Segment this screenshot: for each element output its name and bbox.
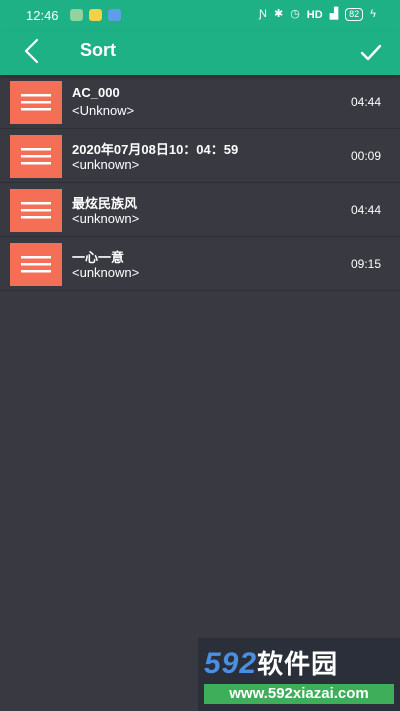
drag-lines-icon — [21, 202, 51, 219]
back-button[interactable] — [18, 36, 48, 66]
drag-lines-icon — [21, 256, 51, 273]
song-title: 2020年07月08日10：04：59 — [72, 142, 239, 157]
confirm-button[interactable] — [356, 37, 386, 67]
song-duration: 04:44 — [350, 95, 381, 109]
phone-notification-icon — [70, 9, 83, 21]
song-artist: <unknown> — [72, 211, 140, 226]
network-type-label: HD — [306, 8, 323, 21]
status-indicators: Ɲ ✱ ◷ HD ▟ 82 ϟ — [259, 8, 376, 21]
sort-screen: 12:46 Ɲ ✱ ◷ HD ▟ 82 ϟ Sort AC_000 <Unkno… — [0, 0, 400, 711]
watermark-logo-text: 软件园 — [257, 649, 339, 679]
watermark-url: www.592xiazai.com — [204, 684, 394, 704]
drag-handle[interactable] — [10, 189, 62, 232]
battery-icon: 82 — [345, 8, 364, 21]
cloud-notification-icon — [108, 9, 121, 21]
song-artist: <unknown> — [72, 265, 140, 280]
signal-icon: ▟ — [329, 8, 339, 20]
bluetooth-icon: ✱ — [273, 8, 284, 20]
drag-handle[interactable] — [10, 243, 62, 286]
app-bar: Sort — [0, 30, 400, 75]
song-artist: <Unknow> — [72, 103, 135, 118]
drag-handle[interactable] — [10, 135, 62, 178]
song-list: AC_000 <Unknow> 04:44 2020年07月08日10：04：5… — [0, 75, 400, 291]
back-arrow-icon — [24, 38, 39, 64]
song-artist: <unknown> — [72, 157, 140, 172]
song-row[interactable]: 一心一意 <unknown> 09:15 — [0, 237, 400, 291]
watermark-logo: 592软件园 — [204, 644, 338, 681]
drag-lines-icon — [21, 94, 51, 111]
song-title: 最炫民族风 — [72, 196, 138, 211]
site-watermark: 592软件园 www.592xiazai.com — [198, 638, 400, 711]
song-duration: 09:15 — [350, 257, 381, 271]
alarm-icon: ◷ — [290, 8, 300, 20]
song-row[interactable]: 2020年07月08日10：04：59 <unknown> 00:09 — [0, 129, 400, 183]
page-title: Sort — [80, 40, 116, 60]
watermark-logo-number: 592 — [204, 647, 258, 680]
charging-icon: ϟ — [370, 8, 376, 20]
drag-handle[interactable] — [10, 81, 62, 124]
song-duration: 04:44 — [350, 203, 381, 217]
song-duration: 00:09 — [350, 149, 381, 163]
status-bar: 12:46 Ɲ ✱ ◷ HD ▟ 82 ϟ — [0, 0, 400, 30]
song-title: AC_000 — [72, 85, 120, 100]
status-time: 12:46 — [26, 8, 59, 23]
checkmark-icon — [360, 44, 382, 61]
nfc-icon: Ɲ — [259, 8, 267, 20]
drag-lines-icon — [21, 148, 51, 165]
song-title: 一心一意 — [72, 250, 125, 265]
song-row[interactable]: 最炫民族风 <unknown> 04:44 — [0, 183, 400, 237]
message-notification-icon — [89, 9, 102, 21]
battery-level: 82 — [349, 9, 360, 19]
song-row[interactable]: AC_000 <Unknow> 04:44 — [0, 75, 400, 129]
